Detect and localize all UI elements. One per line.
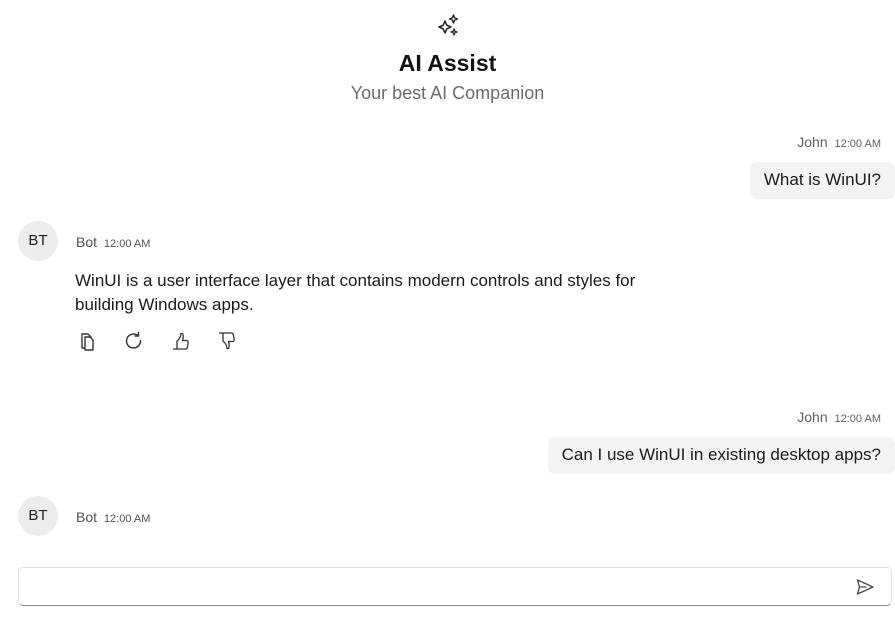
message-time: 12:00 AM bbox=[834, 138, 881, 150]
message-author: John bbox=[797, 134, 828, 150]
regenerate-icon[interactable] bbox=[124, 331, 144, 351]
message-meta: John 12:00 AM bbox=[750, 134, 881, 150]
message-bubble: What is WinUI? bbox=[749, 162, 895, 199]
user-message: John 12:00 AM Can I use WinUI in existin… bbox=[547, 409, 895, 474]
page-subtitle: Your best AI Companion bbox=[350, 83, 545, 103]
avatar: BT bbox=[18, 496, 58, 536]
page-title: AI Assist bbox=[398, 50, 497, 76]
message-meta: John 12:00 AM bbox=[548, 409, 881, 425]
message-meta: Bot 12:00 AM bbox=[76, 234, 150, 250]
message-author: John bbox=[797, 409, 828, 425]
message-actions bbox=[78, 331, 236, 351]
bot-message: BT Bot 12:00 AM bbox=[18, 496, 718, 540]
message-meta: Bot 12:00 AM bbox=[76, 509, 150, 525]
message-time: 12:00 AM bbox=[103, 238, 151, 250]
message-bubble: Can I use WinUI in existing desktop apps… bbox=[547, 437, 895, 474]
thumbs-up-icon[interactable] bbox=[170, 331, 190, 351]
chat-header: AI Assist Your best AI Companion bbox=[0, 12, 895, 104]
message-author: Bot bbox=[76, 234, 98, 250]
message-input[interactable] bbox=[29, 574, 833, 602]
user-message: John 12:00 AM What is WinUI? bbox=[749, 134, 895, 199]
message-author: Bot bbox=[76, 509, 98, 525]
message-text: WinUI is a user interface layer that con… bbox=[75, 271, 636, 314]
send-icon[interactable] bbox=[855, 577, 875, 597]
bot-message: BT Bot 12:00 AM WinUI is a user interfac… bbox=[18, 221, 718, 361]
message-time: 12:00 AM bbox=[103, 513, 151, 525]
chat-page: AI Assist Your best AI Companion John 12… bbox=[0, 0, 895, 623]
thumbs-down-icon[interactable] bbox=[216, 331, 236, 351]
sparkle-icon bbox=[437, 14, 458, 36]
copy-icon[interactable] bbox=[78, 331, 98, 351]
avatar: BT bbox=[18, 221, 58, 261]
message-composer bbox=[18, 567, 892, 606]
message-time: 12:00 AM bbox=[834, 413, 881, 425]
